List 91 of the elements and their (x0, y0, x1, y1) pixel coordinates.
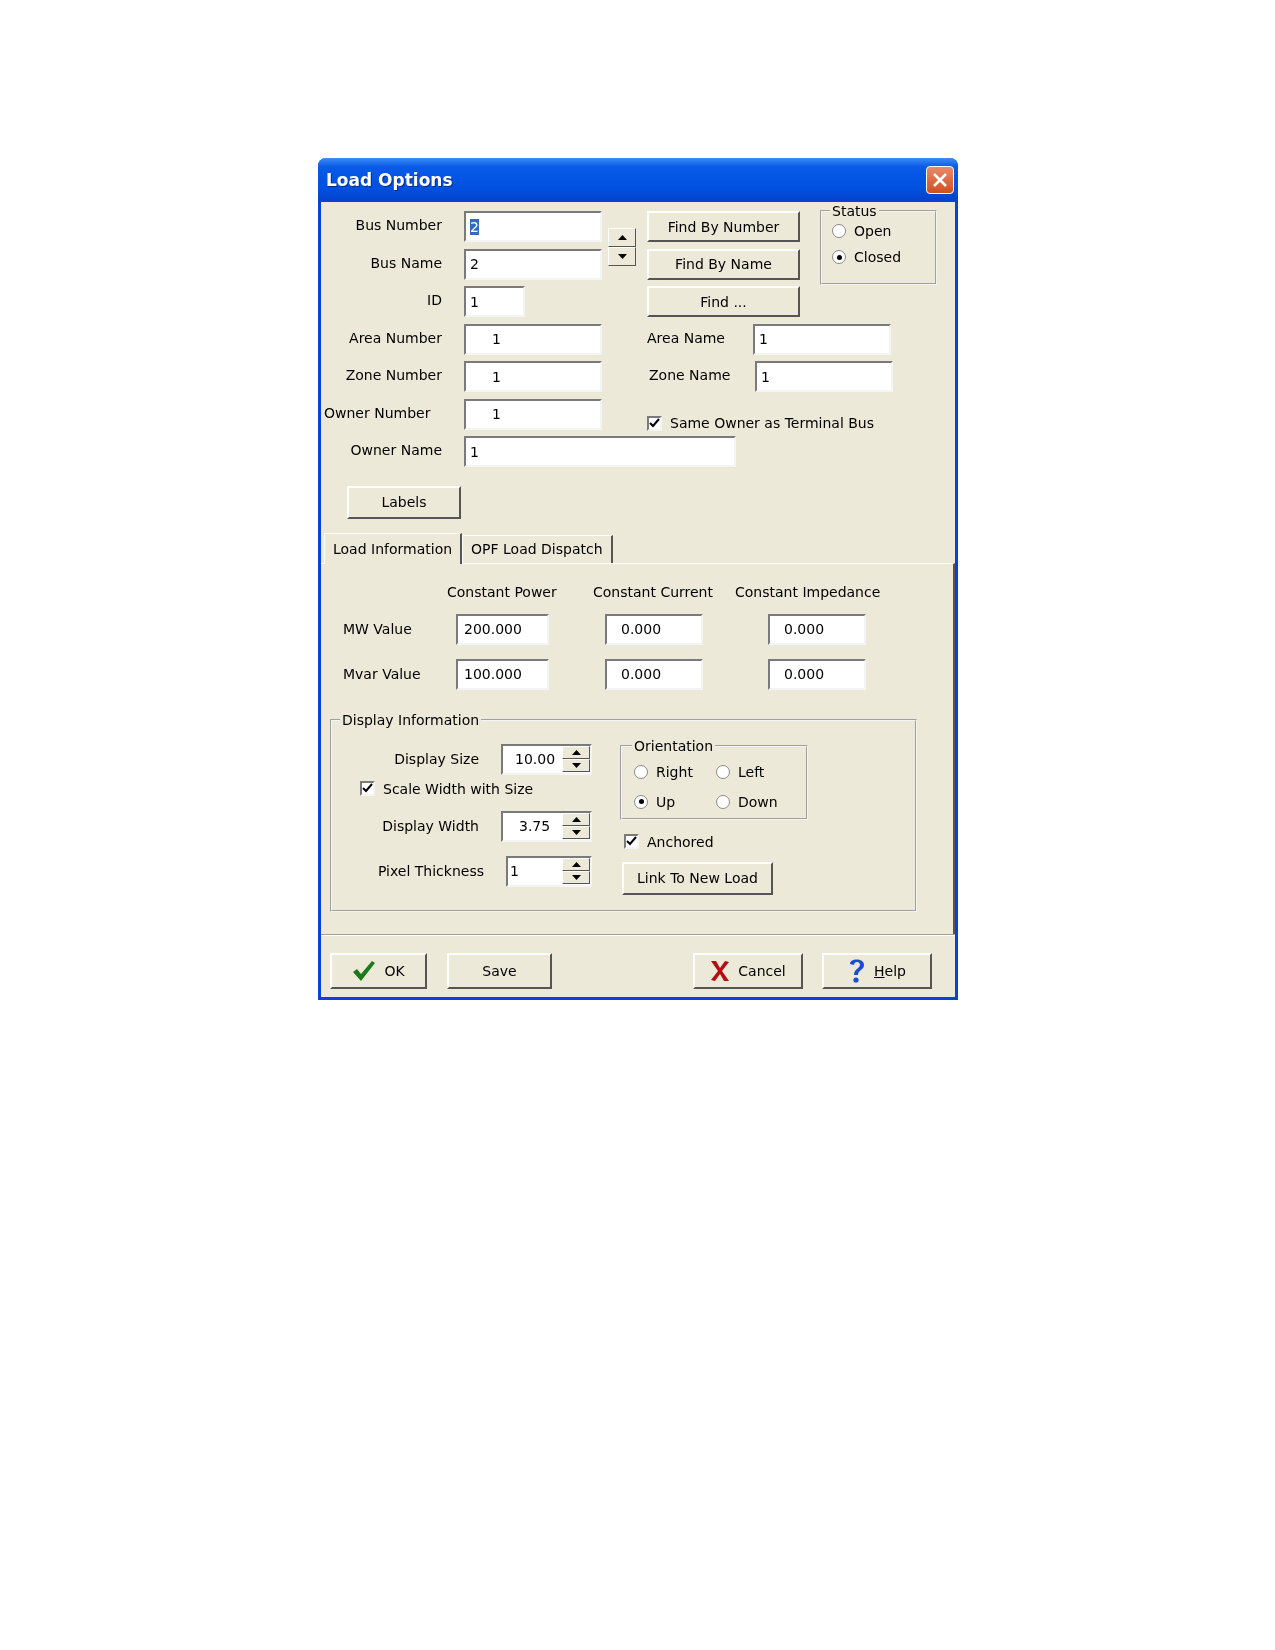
up-arrow-icon (571, 750, 581, 755)
spin-down-button[interactable] (562, 871, 590, 884)
help-button[interactable]: Help (822, 952, 932, 989)
tab[interactable]: OPF Load Dispatch (462, 534, 613, 563)
find-by-number-button[interactable]: Find By Number (647, 211, 800, 242)
tab[interactable]: Load Information (324, 532, 463, 564)
radio-button[interactable] (716, 764, 730, 779)
radio-button[interactable] (716, 794, 730, 809)
bus-name-field[interactable]: 2 (464, 248, 602, 280)
spin-up-button[interactable] (562, 746, 590, 759)
value-field[interactable]: 0.000 (768, 613, 866, 645)
find-button[interactable]: Find ... (647, 286, 800, 317)
up-arrow-icon (617, 234, 627, 240)
group-title: Display Information (341, 711, 481, 728)
pixel-thickness-field[interactable]: 1 (506, 855, 592, 887)
area-name-field[interactable]: 1 (753, 323, 891, 355)
up-arrow-icon (571, 862, 581, 867)
field-label: ID (427, 292, 442, 308)
question-icon (848, 957, 867, 984)
down-arrow-icon (617, 253, 627, 259)
value-field[interactable]: 100.000 (456, 658, 549, 690)
bus-number-field[interactable]: 2 (464, 211, 602, 242)
id-field[interactable]: 1 (464, 286, 525, 317)
radio-option[interactable]: Left (716, 763, 796, 780)
zone-number-field[interactable]: 1 (464, 361, 602, 392)
field-label: Area Name (647, 329, 726, 346)
cancel-button[interactable]: Cancel (693, 952, 803, 989)
spin-down-button[interactable] (562, 759, 590, 772)
field-label: Area Number (349, 329, 442, 346)
field-label: Bus Name (370, 254, 442, 271)
column-header: Constant Power (447, 583, 558, 600)
radio-option[interactable]: Open (832, 223, 929, 239)
same-owner-checkbox-row[interactable]: Same Owner as Terminal Bus (647, 415, 937, 432)
radio-option[interactable]: Down (716, 793, 796, 810)
close-icon (932, 172, 948, 188)
up-arrow-icon (571, 817, 581, 822)
close-button[interactable] (926, 166, 954, 194)
check-icon (362, 783, 373, 794)
x-icon (710, 959, 731, 982)
field-label: Bus Number (355, 217, 442, 233)
check-icon (626, 836, 637, 847)
group-title: Orientation (633, 737, 715, 754)
value-field[interactable]: 0.000 (605, 613, 703, 645)
field-label: Zone Number (345, 367, 442, 383)
owner-number-field[interactable]: 1 (464, 398, 602, 430)
checkbox[interactable] (360, 781, 375, 796)
column-header: Constant Impedance (735, 583, 881, 600)
row-label: MW Value (343, 621, 413, 637)
value-field[interactable]: 200.000 (456, 613, 549, 645)
group-title: Status (831, 203, 878, 219)
check-icon (649, 417, 660, 429)
field-label: Zone Name (649, 367, 732, 383)
field-label: Pixel Thickness (377, 863, 484, 879)
checkbox[interactable] (624, 834, 639, 849)
radio-button[interactable] (634, 794, 648, 809)
link-to-new-load-button[interactable]: Link To New Load (622, 861, 773, 895)
labels-button[interactable]: Labels (347, 485, 461, 519)
down-arrow-icon (571, 830, 581, 835)
down-arrow-icon (571, 875, 581, 880)
radio-button[interactable] (832, 224, 846, 238)
radio-option[interactable]: Closed (832, 249, 929, 265)
spin-up-button[interactable] (562, 858, 590, 871)
anchored-checkbox-row[interactable]: Anchored (624, 833, 808, 850)
spin-down-button[interactable] (562, 826, 590, 839)
save-button[interactable]: Save (447, 952, 552, 989)
field-label: Owner Number (324, 404, 431, 421)
window-title: Load Options (326, 170, 453, 190)
column-header: Constant Current (593, 583, 714, 600)
zone-name-field[interactable]: 1 (755, 361, 893, 392)
row-label: Mvar Value (343, 666, 422, 682)
field-label: Owner Name (350, 442, 442, 458)
value-field[interactable]: 0.000 (768, 658, 866, 690)
radio-option[interactable]: Up (634, 793, 716, 810)
radio-option[interactable]: Right (634, 763, 716, 780)
scale-width-checkbox-row[interactable]: Scale Width with Size (360, 780, 600, 797)
area-number-field[interactable]: 1 (464, 323, 602, 355)
check-icon (352, 959, 377, 982)
value-field[interactable]: 0.000 (605, 658, 703, 690)
spin-up-button[interactable] (608, 227, 636, 247)
down-arrow-icon (571, 763, 581, 768)
ok-button[interactable]: OK (330, 952, 427, 989)
radio-button[interactable] (634, 764, 648, 779)
owner-name-field[interactable]: 1 (464, 436, 736, 467)
radio-button[interactable] (832, 250, 846, 264)
display-size-field[interactable]: 10.00 (501, 743, 592, 775)
spin-up-button[interactable] (562, 813, 590, 826)
find-by-name-button[interactable]: Find By Name (647, 248, 800, 280)
checkbox[interactable] (647, 415, 662, 431)
display-width-field[interactable]: 3.75 (501, 810, 592, 842)
field-label: Display Size (394, 751, 479, 767)
field-label: Display Width (382, 818, 479, 834)
